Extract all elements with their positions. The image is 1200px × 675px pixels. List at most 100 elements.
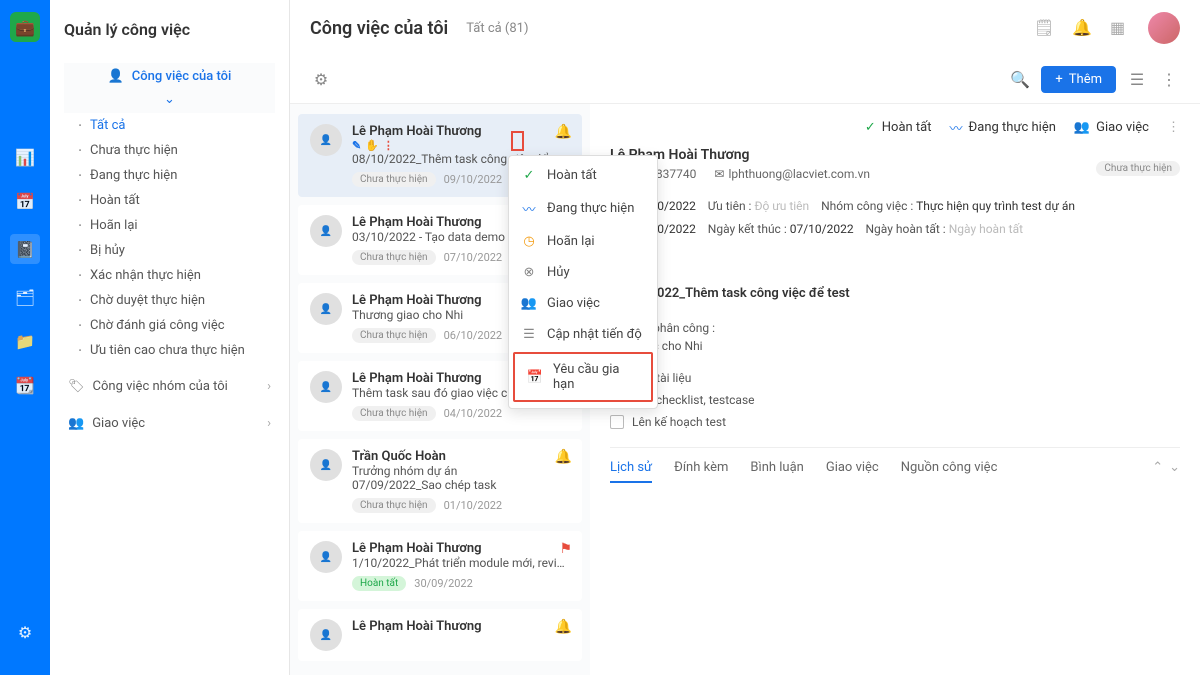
bell-icon[interactable]: 🔔: [1072, 18, 1092, 38]
task-status: Chưa thực hiện: [352, 406, 436, 421]
more-icon[interactable]: ⋮: [1158, 69, 1180, 91]
task-date: 07/10/2022: [444, 251, 503, 264]
rail-notebook-icon[interactable]: 📓: [10, 234, 40, 264]
bell-icon: 🔔: [555, 449, 572, 465]
checklist-item[interactable]: Viết checklist, testcase: [610, 389, 1180, 411]
menu-item[interactable]: ☰ Cập nhật tiến độ: [509, 319, 657, 350]
task-subject: 1/10/2022_Phát triển module mới, review,…: [352, 556, 570, 570]
task-card[interactable]: 👤 Lê Phạm Hoài Thương 🔔: [298, 609, 582, 661]
rail-cards-icon[interactable]: 🗂: [14, 286, 36, 308]
user-avatar[interactable]: [1148, 12, 1180, 44]
menu-item[interactable]: 📅Yêu cầu gia hạn: [513, 352, 653, 402]
menu-item-label: Hoãn lại: [547, 234, 595, 249]
sidebar-sub-item[interactable]: Chờ đánh giá công việc: [90, 313, 275, 338]
menu-item-icon: 📅: [527, 370, 543, 385]
context-menu: ✓Hoàn tất 〰 Đang thực hiện ◷ Hoãn lại ⊗Hủy👥Gi…: [508, 155, 658, 409]
menu-item[interactable]: 👥Giao việc: [509, 288, 657, 319]
rail-folder-icon[interactable]: 📁: [14, 330, 36, 352]
sidebar-sub-item[interactable]: Tất cả: [90, 113, 275, 138]
app-logo-icon: 💼: [10, 12, 40, 42]
rail-chart-icon[interactable]: 📊: [14, 146, 36, 168]
task-date: 09/10/2022: [444, 173, 503, 186]
palm-icon[interactable]: ✋: [365, 139, 379, 152]
sidebar-item-my-tasks[interactable]: 👤Công việc của tôi ⌄: [64, 63, 275, 113]
check-icon: ✓: [865, 120, 876, 135]
list-view-icon[interactable]: ☰: [1126, 69, 1148, 91]
menu-item-icon: ⊗: [521, 265, 537, 280]
task-card[interactable]: 👤 Trần Quốc Hoàn Trưởng nhóm dự án 07/09…: [298, 439, 582, 523]
menu-item[interactable]: ✓Hoàn tất: [509, 160, 657, 191]
avatar: 👤: [310, 371, 342, 403]
task-date: 04/10/2022: [444, 407, 503, 420]
chevron-right-icon: ›: [267, 379, 271, 394]
avatar: 👤: [310, 215, 342, 247]
checklist-item[interactable]: Lên kế hoạch test: [610, 411, 1180, 433]
mail-icon: ✉: [714, 167, 724, 181]
action-assign[interactable]: 👥Giao việc: [1074, 120, 1149, 135]
sidebar-sub-item[interactable]: Hoàn tất: [90, 188, 275, 213]
menu-item-icon: ☰: [521, 327, 537, 342]
plus-icon: +: [1055, 72, 1062, 87]
detail-tab[interactable]: Nguồn công việc: [901, 460, 998, 483]
menu-item-label: Cập nhật tiến độ: [547, 327, 642, 342]
sidebar-sub-item[interactable]: Đang thực hiện: [90, 163, 275, 188]
collapse-down-icon[interactable]: ⌄: [1169, 460, 1180, 483]
collapse-up-icon[interactable]: ⌃: [1152, 460, 1163, 483]
menu-item[interactable]: ⊗Hủy: [509, 257, 657, 288]
menu-item-icon: 〰: [521, 199, 537, 218]
people-icon: 👥: [1074, 120, 1090, 135]
detail-tab[interactable]: Bình luận: [750, 460, 803, 483]
bell-icon: 🔔: [555, 124, 572, 140]
chevron-right-icon: ›: [267, 416, 271, 431]
sidebar-sub-item[interactable]: Bị hủy: [90, 238, 275, 263]
rail-settings-icon[interactable]: ⚙: [14, 621, 36, 643]
kebab-icon[interactable]: ⋮: [383, 139, 394, 152]
page-title: Công việc của tôi: [310, 18, 448, 39]
rail-date-icon[interactable]: 📆: [14, 374, 36, 396]
checkbox[interactable]: [610, 415, 624, 429]
sidebar-sub-item[interactable]: Hoãn lại: [90, 213, 275, 238]
sidebar-sub-item[interactable]: Xác nhận thực hiện: [90, 263, 275, 288]
task-status: Chưa thực hiện: [352, 172, 436, 187]
menu-item-icon: ◷: [521, 234, 537, 249]
sidebar-item-team-tasks[interactable]: 🏷Công việc nhóm của tôi ›: [64, 373, 275, 400]
checklist-item[interactable]: Đọc tài liệu: [610, 367, 1180, 389]
detail-more-icon[interactable]: ⋮: [1167, 120, 1180, 135]
action-in-progress[interactable]: 〰Đang thực hiện: [950, 118, 1056, 137]
edit-icon[interactable]: ✎: [352, 139, 361, 152]
sidebar: Quản lý công việc 👤Công việc của tôi ⌄ T…: [50, 0, 290, 675]
task-card[interactable]: 👤 Lê Phạm Hoài Thương 1/10/2022_Phát tri…: [298, 531, 582, 601]
task-owner: Lê Phạm Hoài Thương ✎ ✋ ⋮: [352, 124, 570, 152]
menu-item-icon: 👥: [521, 296, 537, 311]
task-date: 30/09/2022: [414, 577, 473, 590]
action-complete[interactable]: ✓Hoàn tất: [865, 120, 932, 135]
flag-icon: ⚑: [559, 541, 572, 557]
left-rail: 💼 📊 📅 📓 🗂 📁 📆 ⚙: [0, 0, 50, 675]
menu-item[interactable]: 〰 Đang thực hiện: [509, 191, 657, 226]
detail-tab[interactable]: Lịch sử: [610, 460, 652, 483]
sidebar-sub-item[interactable]: Ưu tiên cao chưa thực hiện: [90, 338, 275, 363]
exec-label: c hiện :: [610, 257, 1180, 272]
apps-grid-icon[interactable]: ▦: [1110, 18, 1130, 38]
notes-icon[interactable]: 🗒: [1034, 18, 1054, 38]
menu-item-label: Đang thực hiện: [547, 201, 634, 216]
sidebar-title: Quản lý công việc: [64, 20, 275, 39]
chevron-down-icon: ⌄: [164, 92, 175, 107]
filter-sliders-icon[interactable]: ⚙: [310, 69, 332, 91]
sidebar-sub-item[interactable]: Chưa thực hiện: [90, 138, 275, 163]
avatar: 👤: [310, 124, 342, 156]
sidebar-sub-item[interactable]: Chờ duyệt thực hiện: [90, 288, 275, 313]
progress-icon: 〰: [950, 118, 963, 137]
rail-calendar-icon[interactable]: 📅: [14, 190, 36, 212]
detail-tab[interactable]: Đính kèm: [674, 460, 728, 483]
task-date: 06/10/2022: [444, 329, 503, 342]
page-header: Công việc của tôi Tất cả (81) 🗒 🔔 ▦: [290, 0, 1200, 56]
menu-item[interactable]: ◷ Hoãn lại: [509, 226, 657, 257]
detail-tab[interactable]: Giao việc: [826, 460, 879, 483]
avatar: 👤: [310, 449, 342, 481]
search-icon[interactable]: 🔍: [1009, 69, 1031, 91]
add-button[interactable]: +Thêm: [1041, 66, 1116, 93]
sidebar-item-assigned[interactable]: 👥Giao việc ›: [64, 410, 275, 437]
detail-task-title: 08/10/2022_Thêm task công việc để test: [610, 286, 1180, 301]
avatar: 👤: [310, 293, 342, 325]
